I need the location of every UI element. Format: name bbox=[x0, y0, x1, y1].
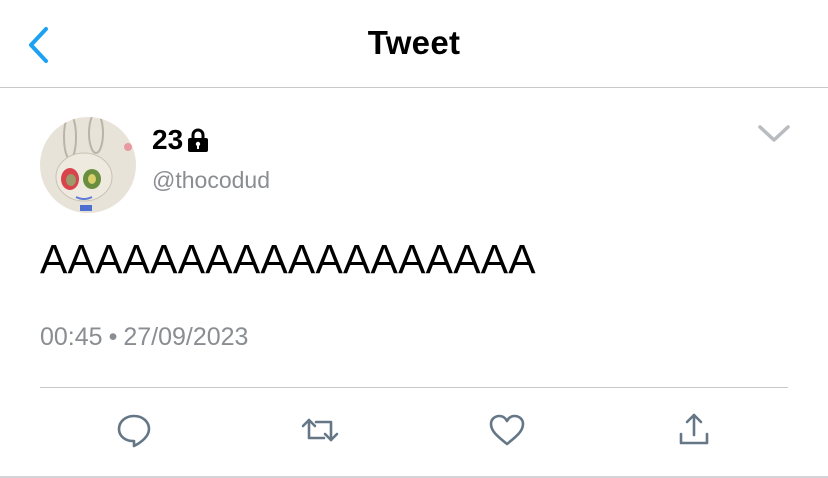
tweet-text: AAAAAAAAAAAAAAAAAA bbox=[40, 236, 536, 282]
share-button[interactable] bbox=[674, 410, 714, 450]
display-name[interactable]: 23 bbox=[152, 124, 209, 156]
tweet-timestamp: 00:45 • 27/09/2023 bbox=[40, 323, 248, 352]
user-handle[interactable]: @thocodud bbox=[152, 167, 270, 194]
comment-icon bbox=[117, 414, 151, 448]
retweet-button[interactable] bbox=[300, 410, 340, 450]
heart-icon bbox=[489, 414, 525, 446]
meta-separator: • bbox=[108, 323, 118, 351]
reply-button[interactable] bbox=[114, 410, 154, 450]
retweet-icon bbox=[301, 418, 339, 442]
display-name-text: 23 bbox=[152, 124, 184, 155]
share-icon bbox=[679, 413, 709, 445]
avatar[interactable] bbox=[40, 117, 136, 213]
chevron-down-icon bbox=[758, 125, 790, 142]
top-bar: Tweet bbox=[0, 0, 828, 88]
lock-icon bbox=[188, 128, 209, 152]
like-button[interactable] bbox=[487, 410, 527, 450]
tweet-date: 27/09/2023 bbox=[123, 323, 249, 351]
tweet-options-button[interactable] bbox=[754, 120, 794, 148]
tweet-time: 00:45 bbox=[40, 323, 103, 351]
divider bbox=[40, 387, 788, 388]
page-title: Tweet bbox=[367, 24, 461, 61]
